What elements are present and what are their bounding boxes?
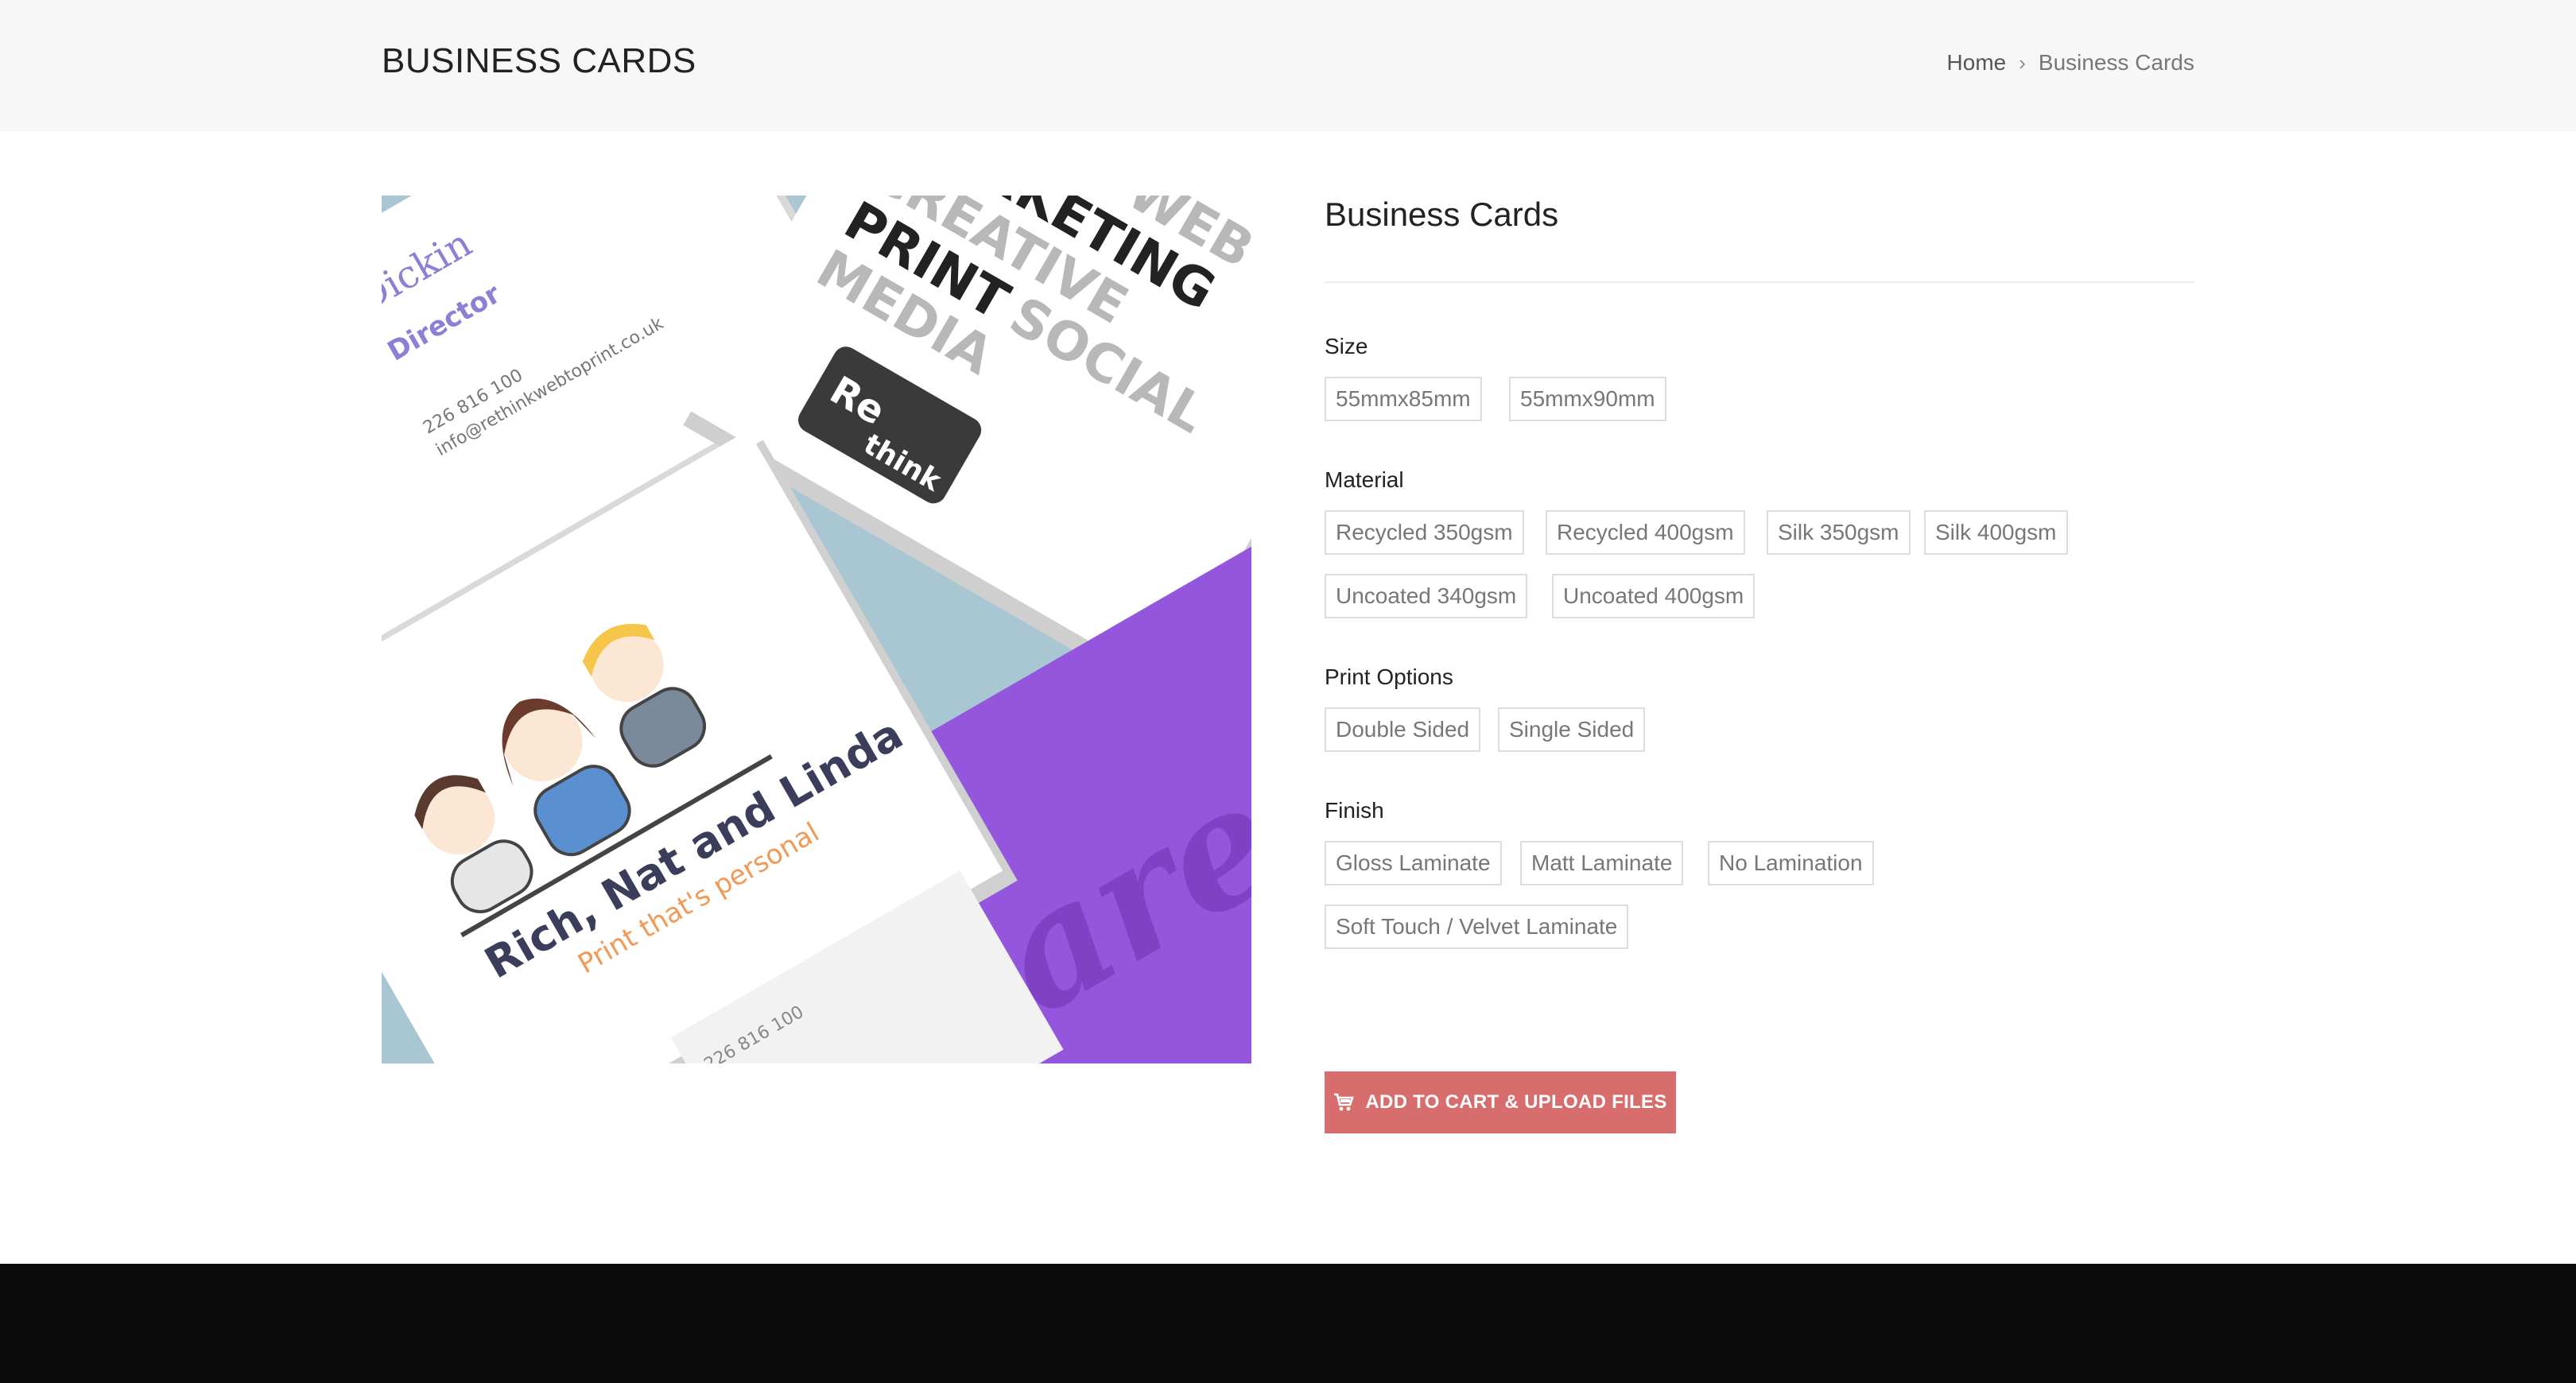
size-option-55x85[interactable]: 55mmx85mm <box>1325 377 1482 421</box>
page-header: BUSINESS CARDS Home › Business Cards <box>0 0 2576 131</box>
material-option-silk-350[interactable]: Silk 350gsm <box>1767 510 1911 555</box>
print-options-label: Print Options <box>1325 664 1453 689</box>
material-option-uncoated-400[interactable]: Uncoated 400gsm <box>1552 574 1755 618</box>
cart-icon <box>1333 1093 1355 1112</box>
finish-label: Finish <box>1325 798 1384 823</box>
divider <box>1325 281 2194 283</box>
finish-option-gloss[interactable]: Gloss Laminate <box>1325 841 1502 885</box>
material-option-recycled-350[interactable]: Recycled 350gsm <box>1325 510 1524 555</box>
print-option-single-sided[interactable]: Single Sided <box>1498 707 1646 752</box>
breadcrumb: Home › Business Cards <box>1947 50 2194 76</box>
add-to-cart-label: ADD TO CART & UPLOAD FILES <box>1365 1091 1667 1113</box>
product-image: Dickin Director 226 816 100 info@rethink… <box>382 196 1251 1063</box>
chevron-right-icon: › <box>2019 50 2026 75</box>
material-option-uncoated-340[interactable]: Uncoated 340gsm <box>1325 574 1528 618</box>
finish-option-soft-touch[interactable]: Soft Touch / Velvet Laminate <box>1325 905 1629 949</box>
material-label: Material <box>1325 467 1404 492</box>
material-option-silk-400[interactable]: Silk 400gsm <box>1924 510 2068 555</box>
size-option-55x90[interactable]: 55mmx90mm <box>1509 377 1666 421</box>
finish-option-matt[interactable]: Matt Laminate <box>1520 841 1684 885</box>
product-title: Business Cards <box>1325 196 1559 233</box>
size-label: Size <box>1325 334 1368 358</box>
breadcrumb-current: Business Cards <box>2038 50 2194 75</box>
page-title: BUSINESS CARDS <box>382 41 696 80</box>
print-option-double-sided[interactable]: Double Sided <box>1325 707 1481 752</box>
breadcrumb-home-link[interactable]: Home <box>1947 50 2007 76</box>
finish-option-no-lamination[interactable]: No Lamination <box>1708 841 1874 885</box>
material-option-recycled-400[interactable]: Recycled 400gsm <box>1546 510 1745 555</box>
add-to-cart-button[interactable]: ADD TO CART & UPLOAD FILES <box>1325 1071 1676 1133</box>
footer <box>0 1264 2576 1383</box>
